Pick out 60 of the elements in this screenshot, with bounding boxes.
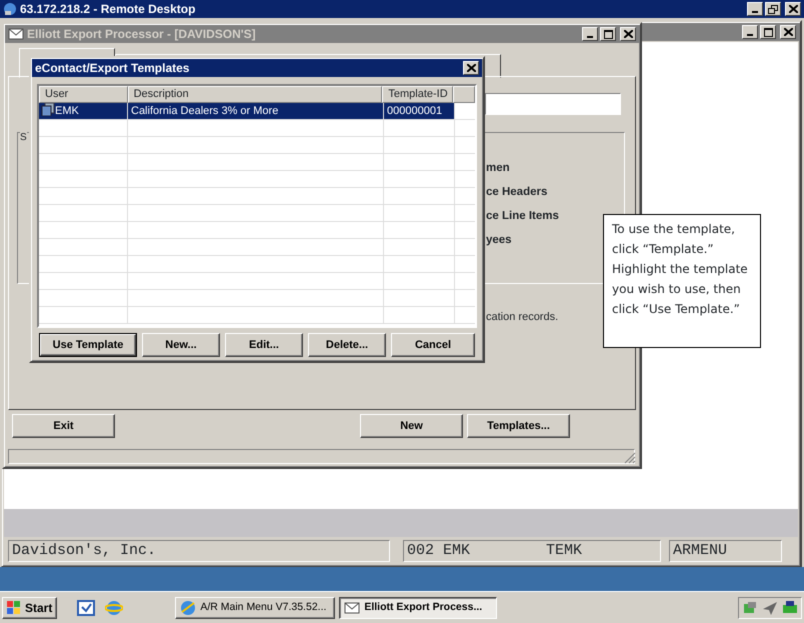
dialog-button[interactable]: Cancel — [391, 333, 475, 357]
minimize-icon — [747, 34, 753, 36]
close-icon — [788, 5, 798, 13]
close-icon — [466, 64, 476, 72]
close-button[interactable] — [620, 27, 636, 41]
table-cell: California Dealers 3% or More — [128, 103, 384, 119]
maximize-icon — [764, 28, 772, 36]
dialog-button[interactable]: Delete... — [308, 333, 386, 357]
text-field[interactable] — [485, 93, 621, 115]
dialog-button[interactable]: Edit... — [225, 333, 303, 357]
minimize-icon — [587, 36, 593, 38]
callout-text: To use the template, click “Template.” Highlight the template you wish to use, then click “Use Template.” — [611, 221, 749, 318]
option-label: men — [486, 161, 510, 176]
windows-logo-icon — [7, 601, 21, 614]
stack-icon — [41, 103, 55, 116]
minimize-button[interactable] — [747, 2, 763, 16]
taskbar-button[interactable]: Elliott Export Process... — [339, 596, 498, 618]
table-cell: EMK — [39, 103, 128, 119]
dialog-button[interactable]: New... — [142, 333, 220, 357]
restore-button[interactable] — [765, 2, 781, 16]
template-list[interactable]: User Description Template-ID EMK California Dealers 3% or More 000000001 — [37, 84, 477, 328]
plane-icon[interactable] — [762, 600, 778, 616]
desktop-icon[interactable] — [77, 598, 96, 616]
window-title: Elliott Export Processor - [DAVIDSON'S] — [27, 26, 256, 43]
envelope-icon — [344, 602, 360, 614]
restore-icon — [768, 4, 778, 14]
dialog-button[interactable]: Templates... — [467, 414, 570, 438]
column-header[interactable]: User — [39, 86, 128, 103]
close-button[interactable] — [463, 61, 479, 75]
network-icon — [3, 2, 17, 16]
dialog-title: eContact/Export Templates — [35, 60, 190, 77]
option-label: ce Line Items — [486, 209, 559, 224]
column-header[interactable]: Template-ID — [382, 86, 454, 103]
dialog-button[interactable]: Exit — [12, 414, 115, 438]
close-button[interactable] — [780, 25, 796, 39]
maximize-button[interactable] — [760, 25, 776, 39]
envelope-icon — [8, 28, 24, 40]
maximize-icon — [604, 30, 612, 38]
option-label: ce Headers — [486, 185, 548, 200]
status-field: ARMENU — [669, 540, 782, 562]
close-icon — [784, 28, 792, 36]
globe-icon — [180, 600, 196, 616]
resize-grip-icon[interactable] — [624, 452, 636, 464]
option-label: yees — [486, 233, 512, 248]
maximize-button[interactable] — [600, 27, 616, 41]
column-header[interactable]: Description — [128, 86, 382, 103]
header-filler — [453, 86, 475, 103]
note-text: cation records. — [486, 310, 558, 325]
status-field: Davidson's, Inc. — [8, 540, 390, 562]
minimize-icon — [752, 11, 758, 13]
dialog-button[interactable]: New — [360, 414, 463, 438]
list-row[interactable]: EMK California Dealers 3% or More 000000001 — [39, 103, 475, 120]
taskbar-button[interactable]: A/R Main Menu V7.35.52... — [175, 596, 336, 618]
start-button[interactable]: Start — [2, 596, 58, 618]
minimize-button[interactable] — [582, 27, 598, 41]
minimize-button[interactable] — [742, 25, 758, 39]
close-button[interactable] — [785, 2, 801, 16]
dialog-button[interactable]: Use Template — [39, 333, 137, 357]
close-icon — [624, 30, 632, 38]
window-title: 63.172.218.2 - Remote Desktop — [20, 1, 196, 18]
